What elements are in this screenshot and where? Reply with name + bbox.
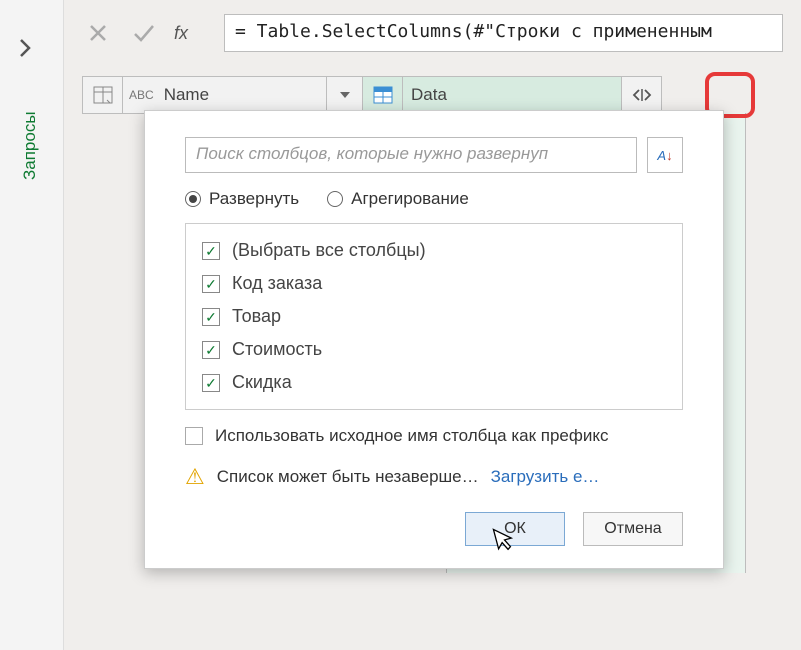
check-item[interactable]: ✓ Стоимость — [198, 333, 670, 366]
column-data-label: Data — [403, 85, 621, 105]
checkbox-icon — [185, 427, 203, 445]
checkbox-icon: ✓ — [202, 308, 220, 326]
warning-text: Список может быть незаверше… — [217, 467, 479, 487]
check-select-all[interactable]: ✓ (Выбрать все столбцы) — [198, 234, 670, 267]
radio-icon — [327, 191, 343, 207]
item-label: Код заказа — [232, 273, 322, 294]
radio-icon — [185, 191, 201, 207]
formula-input[interactable]: = Table.SelectColumns(#"Строки с примене… — [224, 14, 783, 52]
cancel-button[interactable]: Отмена — [583, 512, 683, 546]
check-item[interactable]: ✓ Код заказа — [198, 267, 670, 300]
checkbox-icon: ✓ — [202, 242, 220, 260]
item-label: Стоимость — [232, 339, 322, 360]
select-all-label: (Выбрать все столбцы) — [232, 240, 426, 261]
ok-button[interactable]: ОК — [465, 512, 565, 546]
queries-label[interactable]: Запросы — [20, 111, 40, 180]
item-label: Товар — [232, 306, 281, 327]
warning-icon: ⚠ — [185, 464, 205, 490]
table-icon[interactable] — [83, 77, 123, 113]
sort-az-button[interactable]: A↓ — [647, 137, 683, 173]
search-input[interactable]: Поиск столбцов, которые нужно развернуп — [185, 137, 637, 173]
table-type-icon[interactable] — [363, 77, 403, 113]
cancel-formula-icon[interactable] — [82, 17, 114, 49]
radio-expand[interactable]: Развернуть — [185, 189, 299, 209]
fx-icon[interactable]: fx — [174, 23, 210, 44]
accept-formula-icon[interactable] — [128, 17, 160, 49]
checkbox-icon: ✓ — [202, 341, 220, 359]
load-more-link[interactable]: Загрузить е… — [491, 467, 600, 487]
column-headers: ABC Name Data — [64, 76, 801, 114]
prefix-checkbox-row[interactable]: Использовать исходное имя столбца как пр… — [185, 426, 683, 446]
main-area: fx = Table.SelectColumns(#"Строки с прим… — [64, 0, 801, 650]
warning-row: ⚠ Список может быть незаверше… Загрузить… — [185, 464, 683, 490]
column-name-label: Name — [156, 85, 326, 105]
column-header-data[interactable]: Data — [362, 76, 662, 114]
radio-aggregate-label: Агрегирование — [351, 189, 469, 209]
expand-sidebar-icon[interactable] — [18, 38, 32, 58]
filter-dropdown-icon[interactable] — [326, 77, 362, 113]
radio-expand-label: Развернуть — [209, 189, 299, 209]
check-item[interactable]: ✓ Товар — [198, 300, 670, 333]
radio-aggregate[interactable]: Агрегирование — [327, 189, 469, 209]
expand-column-button[interactable] — [621, 77, 661, 113]
checkbox-icon: ✓ — [202, 275, 220, 293]
formula-bar: fx = Table.SelectColumns(#"Строки с прим… — [64, 14, 801, 62]
queries-sidebar: Запросы — [0, 0, 64, 650]
prefix-label: Использовать исходное имя столбца как пр… — [215, 426, 608, 446]
type-text-icon: ABC — [123, 88, 156, 102]
expand-popup: Поиск столбцов, которые нужно развернуп … — [144, 110, 724, 569]
column-header-name[interactable]: ABC Name — [82, 76, 362, 114]
checkbox-icon: ✓ — [202, 374, 220, 392]
check-item[interactable]: ✓ Скидка — [198, 366, 670, 399]
item-label: Скидка — [232, 372, 292, 393]
column-checklist: ✓ (Выбрать все столбцы) ✓ Код заказа ✓ Т… — [185, 223, 683, 410]
